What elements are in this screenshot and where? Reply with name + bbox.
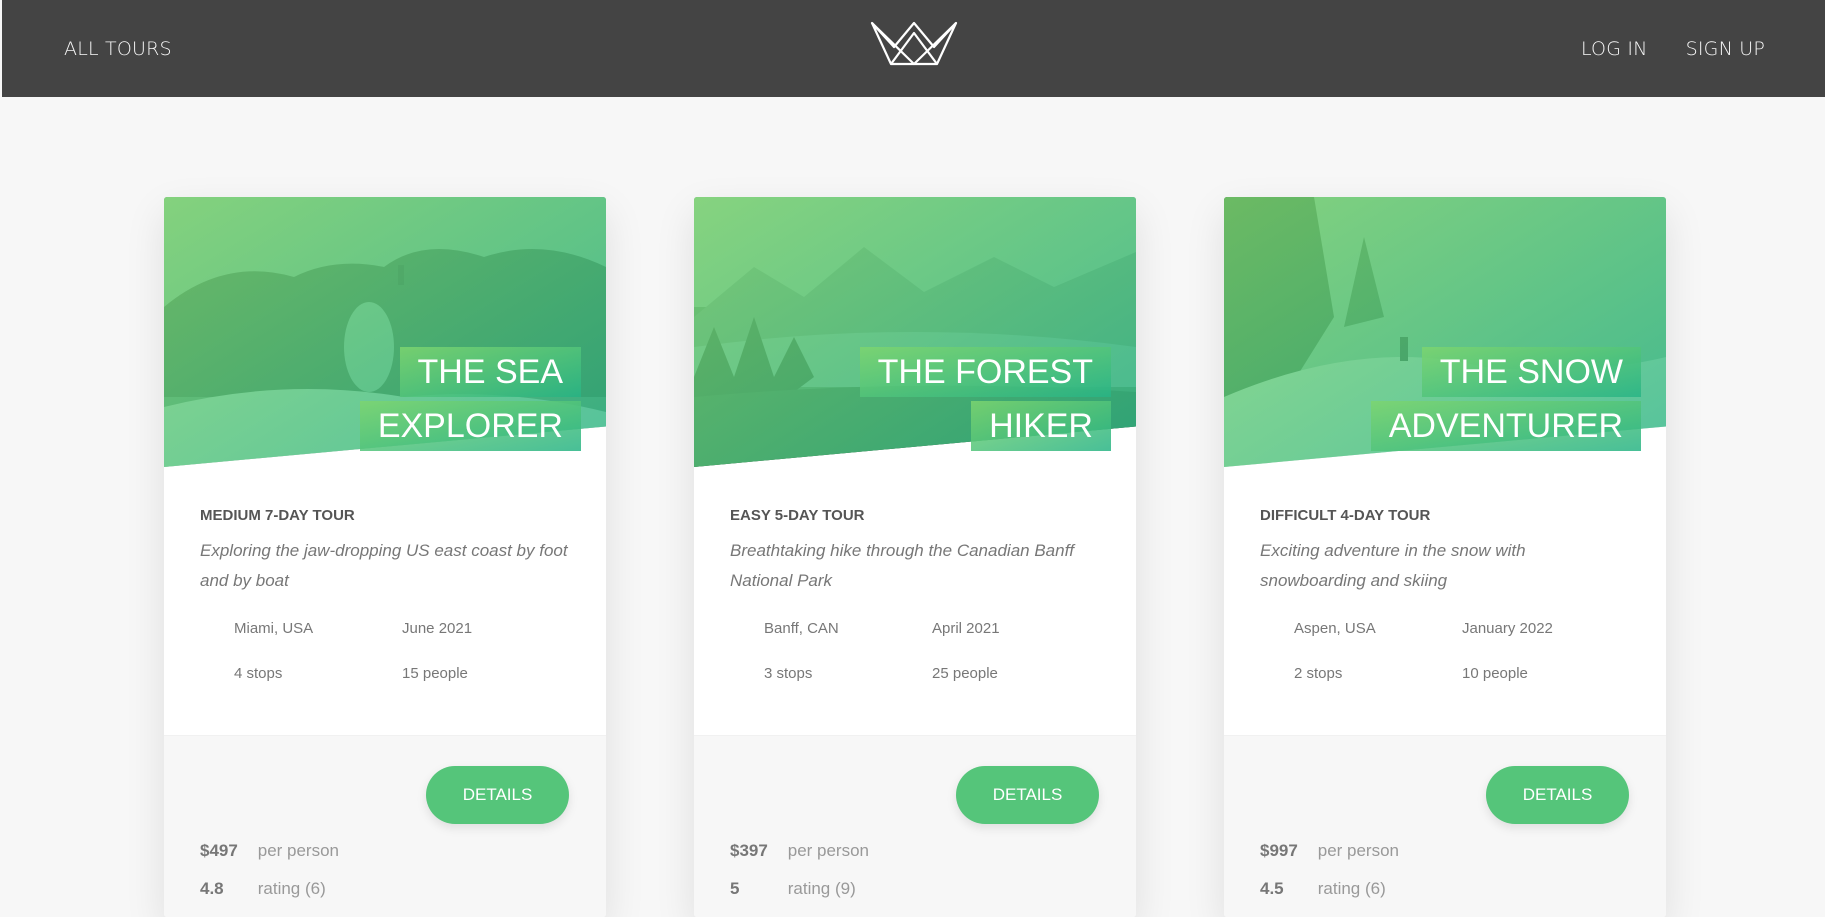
price-value: $497 <box>200 841 238 860</box>
tour-subheading: DIFFICULT 4-DAY TOUR <box>1260 507 1431 524</box>
tour-title: THE SNOW ADVENTURER <box>1287 345 1641 454</box>
card-details: MEDIUM 7-DAY TOUR Exploring the jaw-drop… <box>164 467 606 702</box>
rating-value: 5 <box>730 879 740 898</box>
location: Banff, CAN <box>764 619 839 637</box>
price: $397 per person <box>730 841 869 861</box>
details-button[interactable]: DETAILS <box>956 766 1099 824</box>
tour-subheading: EASY 5-DAY TOUR <box>730 507 865 524</box>
tour-card: THE SNOW ADVENTURER DIFFICULT 4-DAY TOUR… <box>1224 197 1666 917</box>
location: Miami, USA <box>234 619 314 637</box>
rating: 4.8 rating (6) <box>200 879 326 899</box>
details-button[interactable]: DETAILS <box>426 766 569 824</box>
stops: 2 stops <box>1294 664 1343 682</box>
date: January 2022 <box>1462 619 1553 637</box>
tour-summary: Exciting adventure in the snow with snow… <box>1260 541 1526 590</box>
location: Aspen, USA <box>1294 619 1376 637</box>
price-label: per person <box>1317 841 1400 860</box>
rating-label: rating (6) <box>1317 879 1386 898</box>
tour-title: THE FOREST HIKER <box>757 345 1111 454</box>
price: $497 per person <box>200 841 339 861</box>
people: 15 people <box>402 664 468 682</box>
rating-label: rating (6) <box>257 879 326 898</box>
tour-data: Aspen, USA January 2022 2 stops 10 peopl… <box>1260 620 1630 682</box>
date: June 2021 <box>402 619 473 637</box>
tour-data: Miami, USA June 2021 4 stops 15 people <box>200 620 570 682</box>
rating-value: 4.8 <box>200 879 224 898</box>
rating-value: 4.5 <box>1260 879 1284 898</box>
rating: 4.5 rating (6) <box>1260 879 1386 899</box>
card-footer: DETAILS $397 per person 5 rating (9) <box>694 735 1136 917</box>
login-link[interactable]: LOG IN <box>1581 38 1648 60</box>
tour-summary: Breathtaking hike through the Canadian B… <box>730 541 1075 590</box>
people: 25 people <box>932 664 998 682</box>
price-value: $997 <box>1260 841 1298 860</box>
tour-card: THE SEA EXPLORER MEDIUM 7-DAY TOUR Explo… <box>164 197 606 917</box>
tour-title: THE SEA EXPLORER <box>227 345 581 454</box>
tour-summary: Exploring the jaw-dropping US east coast… <box>200 541 568 590</box>
card-footer: DETAILS $497 per person 4.8 rating (6) <box>164 735 606 917</box>
price: $997 per person <box>1260 841 1399 861</box>
top-nav: ALL TOURS LOG IN SIGN UP <box>2 0 1825 97</box>
tour-data: Banff, CAN April 2021 3 stops 25 people <box>730 620 1100 682</box>
date: April 2021 <box>932 619 1000 637</box>
card-details: DIFFICULT 4-DAY TOUR Exciting adventure … <box>1224 467 1666 702</box>
card-header: THE SNOW ADVENTURER <box>1224 197 1666 467</box>
stops: 3 stops <box>764 664 813 682</box>
rating: 5 rating (9) <box>730 879 856 899</box>
tour-card: THE FOREST HIKER EASY 5-DAY TOUR Breatht… <box>694 197 1136 917</box>
tour-subheading: MEDIUM 7-DAY TOUR <box>200 507 355 524</box>
card-details: EASY 5-DAY TOUR Breathtaking hike throug… <box>694 467 1136 702</box>
crown-logo-icon[interactable] <box>869 20 959 66</box>
stops: 4 stops <box>234 664 283 682</box>
card-header: THE FOREST HIKER <box>694 197 1136 467</box>
card-header: THE SEA EXPLORER <box>164 197 606 467</box>
price-label: per person <box>257 841 340 860</box>
tour-cards: THE SEA EXPLORER MEDIUM 7-DAY TOUR Explo… <box>164 197 1666 917</box>
people: 10 people <box>1462 664 1528 682</box>
nav-user: LOG IN SIGN UP <box>1581 38 1765 60</box>
price-label: per person <box>787 841 870 860</box>
rating-label: rating (9) <box>787 879 856 898</box>
signup-link[interactable]: SIGN UP <box>1686 38 1765 60</box>
all-tours-link[interactable]: ALL TOURS <box>64 38 172 60</box>
card-footer: DETAILS $997 per person 4.5 rating (6) <box>1224 735 1666 917</box>
details-button[interactable]: DETAILS <box>1486 766 1629 824</box>
price-value: $397 <box>730 841 768 860</box>
